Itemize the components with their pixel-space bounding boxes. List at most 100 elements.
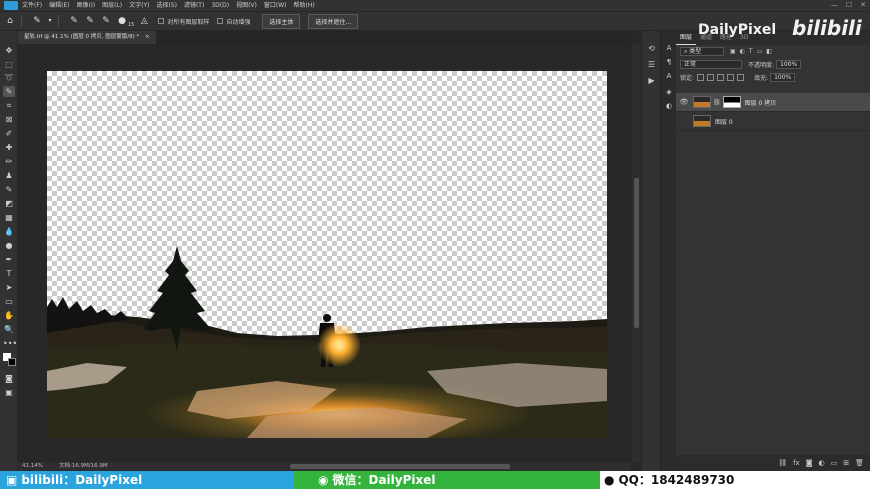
dodge-tool-icon[interactable]: ● xyxy=(3,240,15,251)
vertical-scrollbar[interactable] xyxy=(632,44,641,462)
channels-panel-icon[interactable]: ◐ xyxy=(664,101,674,111)
menu-type[interactable]: 文字(Y) xyxy=(129,0,149,11)
adjust-panel-icon[interactable]: ☰ xyxy=(646,59,657,70)
filter-kind-select[interactable]: ⌕ 类型 xyxy=(680,47,724,56)
select-subject-button[interactable]: 选择主体 xyxy=(262,13,301,29)
filter-smart-icon[interactable]: ◧ xyxy=(766,48,772,55)
filter-pixel-icon[interactable]: ▣ xyxy=(730,48,736,55)
add-selection-icon[interactable]: ✎ xyxy=(84,15,96,27)
home-icon[interactable]: ⌂ xyxy=(4,15,16,27)
select-and-mask-button[interactable]: 选择并遮住... xyxy=(308,13,359,29)
path-select-tool-icon[interactable]: ➤ xyxy=(3,282,15,293)
layer-mask-thumbnail[interactable] xyxy=(722,96,741,108)
menu-edit[interactable]: 编辑(E) xyxy=(49,0,69,11)
fill-input[interactable]: 100% xyxy=(770,73,796,82)
menu-layer[interactable]: 图层(L) xyxy=(102,0,122,11)
maximize-icon[interactable]: ☐ xyxy=(846,0,852,11)
eraser-tool-icon[interactable]: ◩ xyxy=(3,198,15,209)
lock-image-icon[interactable] xyxy=(707,74,715,81)
scrollbar-thumb[interactable] xyxy=(290,464,510,469)
layer-row-base[interactable]: 图层 0 xyxy=(676,112,870,131)
scrollbar-thumb[interactable] xyxy=(634,178,639,328)
hand-tool-icon[interactable]: ✋ xyxy=(3,310,15,321)
brush-tool-icon[interactable]: ✏ xyxy=(3,156,15,167)
layer-row-copy[interactable]: 👁 ⛓ 图层 0 拷贝 xyxy=(676,93,870,112)
link-icon[interactable]: ⛓ xyxy=(713,99,721,106)
chevron-down-icon[interactable]: ▾ xyxy=(47,15,53,27)
new-selection-icon[interactable]: ✎ xyxy=(68,15,80,27)
lock-label: 锁定: xyxy=(680,75,695,82)
blend-mode-select[interactable]: 正常 xyxy=(680,60,742,69)
screen-mode-icon[interactable]: ▣ xyxy=(3,387,15,398)
brush-size-icon[interactable]: ● xyxy=(116,15,128,27)
menu-view[interactable]: 视图(V) xyxy=(236,0,257,11)
play-icon[interactable]: ▶ xyxy=(646,75,657,86)
move-tool-icon[interactable]: ✥ xyxy=(3,45,15,56)
menu-window[interactable]: 窗口(W) xyxy=(264,0,287,11)
subtract-selection-icon[interactable]: ✎ xyxy=(100,15,112,27)
pen-tool-icon[interactable]: ✒ xyxy=(3,254,15,265)
sample-all-checkbox[interactable] xyxy=(158,18,165,24)
filter-type-icon[interactable]: T xyxy=(749,48,753,55)
quick-select-tool-icon[interactable]: ✎ xyxy=(31,15,43,27)
trash-icon[interactable]: 🗑 xyxy=(855,459,864,467)
brush-angle-icon[interactable]: ◬ xyxy=(138,15,150,27)
background-color-swatch[interactable] xyxy=(8,358,16,366)
filter-adjust-icon[interactable]: ◐ xyxy=(740,48,745,55)
more-tools-icon[interactable]: ••• xyxy=(3,338,17,349)
link-layers-icon[interactable]: ⛓ xyxy=(778,459,787,467)
history-panel-icon[interactable]: ⟲ xyxy=(646,43,657,54)
shape-tool-icon[interactable]: ▭ xyxy=(3,296,15,307)
close-icon[interactable]: ✕ xyxy=(860,0,866,11)
zoom-tool-icon[interactable]: 🔍 xyxy=(3,324,15,335)
type-panel-icon[interactable]: A xyxy=(664,71,674,81)
paragraph-panel-icon[interactable]: ¶ xyxy=(664,57,674,67)
gradient-tool-icon[interactable]: ▦ xyxy=(3,212,15,223)
menu-filter[interactable]: 滤镜(T) xyxy=(184,0,204,11)
lock-artboard-icon[interactable] xyxy=(727,74,735,81)
menu-3d[interactable]: 3D(D) xyxy=(211,0,229,11)
document-image[interactable] xyxy=(47,71,607,438)
document-tab[interactable]: 星轨.tif @ 41.1% (图层 0 拷贝, 图层蒙版/8) * × xyxy=(18,31,156,44)
zoom-level[interactable]: 41.14% xyxy=(22,462,43,471)
menu-select[interactable]: 选择(S) xyxy=(156,0,177,11)
quick-mask-icon[interactable]: ◙ xyxy=(3,373,15,384)
quick-selection-tool-icon[interactable]: ✎ xyxy=(3,86,15,97)
opacity-input[interactable]: 100% xyxy=(776,60,802,69)
add-mask-icon[interactable]: ◙ xyxy=(806,459,813,467)
filter-shape-icon[interactable]: ▭ xyxy=(757,48,763,55)
tab-layers[interactable]: 图层 xyxy=(676,31,697,45)
stamp-tool-icon[interactable]: ♟ xyxy=(3,170,15,181)
minimize-icon[interactable]: — xyxy=(831,0,838,11)
history-brush-icon[interactable]: ✎ xyxy=(3,184,15,195)
eye-icon[interactable]: 👁 xyxy=(679,98,689,106)
lasso-tool-icon[interactable]: ➰ xyxy=(3,72,15,83)
adjustment-layer-icon[interactable]: ◐ xyxy=(819,459,825,467)
eyedropper-tool-icon[interactable]: ✐ xyxy=(3,128,15,139)
lock-transparency-icon[interactable] xyxy=(697,74,705,81)
crop-tool-icon[interactable]: ⌗ xyxy=(3,100,15,111)
fx-icon[interactable]: fx xyxy=(793,459,800,467)
wechat-handle: 微信：DailyPixel xyxy=(332,473,436,487)
layer-name[interactable]: 图层 0 xyxy=(715,117,733,126)
menu-help[interactable]: 帮助(H) xyxy=(294,0,315,11)
frame-tool-icon[interactable]: ⊠ xyxy=(3,114,15,125)
qq-number: QQ：1842489730 xyxy=(618,473,735,487)
menu-image[interactable]: 图像(I) xyxy=(77,0,95,11)
layers-panel-icon[interactable]: ◈ xyxy=(664,87,674,97)
character-panel-icon[interactable]: A xyxy=(664,43,674,53)
menu-file[interactable]: 文件(F) xyxy=(22,0,42,11)
marquee-tool-icon[interactable]: ⬚ xyxy=(3,59,15,70)
type-tool-icon[interactable]: T xyxy=(3,268,15,279)
new-layer-icon[interactable]: ⊞ xyxy=(843,459,849,467)
lock-all-icon[interactable] xyxy=(737,74,745,81)
blur-tool-icon[interactable]: 💧 xyxy=(3,226,15,237)
layer-name[interactable]: 图层 0 拷贝 xyxy=(745,98,777,107)
close-tab-icon[interactable]: × xyxy=(145,34,150,40)
auto-enhance-checkbox[interactable] xyxy=(217,18,224,24)
lock-position-icon[interactable] xyxy=(717,74,725,81)
panel-icon-strip: ⟲ ☰ ▶ xyxy=(641,31,660,471)
group-icon[interactable]: ▭ xyxy=(831,459,838,467)
healing-tool-icon[interactable]: ✚ xyxy=(3,142,15,153)
horizontal-scrollbar[interactable] xyxy=(140,462,630,471)
